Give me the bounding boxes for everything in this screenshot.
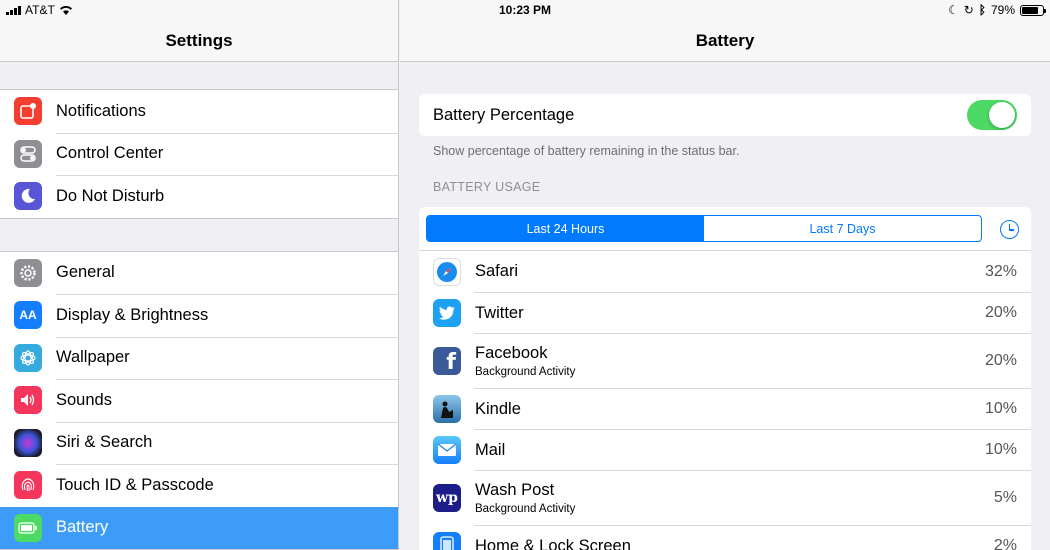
home-lock-icon — [433, 532, 461, 550]
status-time: 10:23 PM — [498, 3, 552, 17]
app-percentage: 5% — [993, 489, 1017, 506]
app-row-mail[interactable]: Mail 10% — [433, 429, 1031, 470]
status-bar: AT&T 10:23 PM ☾ ↻ ᛒ 79% — [0, 0, 1050, 20]
segment-last-7-days[interactable]: Last 7 Days — [704, 216, 981, 241]
settings-group-2: General AA Display & Brightness Wallpape… — [0, 250, 398, 550]
sidebar-title: Settings — [165, 31, 233, 50]
app-percentage: 32% — [984, 262, 1017, 280]
toggle-knob — [989, 102, 1015, 128]
moon-icon — [14, 182, 42, 211]
battery-percent: 79% — [990, 3, 1015, 17]
sidebar-item-general[interactable]: General — [0, 252, 398, 295]
battery-percentage-toggle[interactable] — [967, 100, 1017, 130]
app-row-facebook[interactable]: f Facebook Background Activity 20% — [433, 333, 1031, 388]
app-text: Facebook Background Activity — [475, 344, 575, 378]
app-percentage: 20% — [984, 352, 1017, 369]
sidebar-item-label: Wallpaper — [56, 348, 130, 367]
orientation-lock-icon: ↻ — [963, 3, 974, 17]
sidebar-item-label: Control Center — [56, 144, 164, 163]
app-percentage: 2% — [993, 537, 1017, 550]
battery-status-icon — [1020, 4, 1046, 16]
sidebar-item-label: Do Not Disturb — [56, 186, 165, 205]
sidebar-item-label: Sounds — [56, 390, 112, 409]
safari-icon — [433, 257, 461, 286]
sidebar-item-siri-search[interactable]: Siri & Search — [0, 421, 398, 465]
sidebar-item-display-brightness[interactable]: AA Display & Brightness — [0, 294, 398, 337]
app-row-wash-post[interactable]: wp Wash Post Background Activity 5% — [433, 470, 1031, 525]
sidebar-item-control-center[interactable]: Control Center — [0, 132, 398, 176]
app-text: Wash Post Background Activity — [475, 481, 575, 515]
clock-icon[interactable] — [1000, 220, 1019, 239]
app-text: Kindle — [475, 400, 521, 419]
app-text: Safari — [475, 262, 518, 281]
sidebar-item-wallpaper[interactable]: Wallpaper — [0, 336, 398, 380]
app-text: Home & Lock Screen — [475, 537, 631, 550]
app-usage-list: Safari 32% Twitter 20% f Facebook Backgr… — [419, 250, 1031, 550]
app-text: Twitter — [475, 304, 524, 323]
app-row-twitter[interactable]: Twitter 20% — [433, 292, 1031, 333]
mail-icon — [433, 436, 461, 464]
app-row-kindle[interactable]: Kindle 10% — [433, 388, 1031, 429]
battery-detail-pane: Battery Battery Percentage Show percenta… — [400, 0, 1050, 550]
segment-last-24-hours[interactable]: Last 24 Hours — [427, 216, 704, 241]
sidebar-item-label: Siri & Search — [56, 433, 153, 452]
display-icon: AA — [14, 301, 42, 330]
wash-post-icon: wp — [433, 484, 461, 512]
speaker-icon — [14, 386, 42, 415]
notifications-icon — [14, 97, 42, 126]
sidebar-item-touch-id[interactable]: Touch ID & Passcode — [0, 464, 398, 507]
facebook-icon: f — [433, 347, 461, 375]
app-percentage: 20% — [984, 304, 1017, 321]
sidebar-item-label: Display & Brightness — [56, 305, 209, 324]
battery-percentage-row: Battery Percentage — [419, 94, 1031, 136]
sidebar-item-label: General — [56, 263, 115, 282]
status-right: ☾ ↻ ᛒ 79% — [947, 3, 1046, 17]
app-name: Facebook — [475, 344, 548, 362]
fingerprint-icon — [14, 471, 42, 500]
sidebar-item-label: Notifications — [56, 101, 146, 120]
app-name: Mail — [475, 440, 506, 459]
app-name: Safari — [475, 262, 519, 280]
bluetooth-icon: ᛒ — [978, 3, 986, 17]
control-center-icon — [14, 139, 42, 168]
battery-percentage-footnote: Show percentage of battery remaining in … — [433, 144, 740, 158]
sidebar-item-label: Touch ID & Passcode — [56, 475, 214, 494]
kindle-icon — [433, 395, 461, 423]
detail-title: Battery — [695, 31, 755, 50]
battery-percentage-label: Battery Percentage — [433, 105, 575, 124]
settings-group-1: Notifications Control Center Do Not Dist… — [0, 89, 398, 219]
battery-usage-header: BATTERY USAGE — [433, 180, 541, 194]
moon-status-icon: ☾ — [947, 3, 959, 17]
sidebar-item-notifications[interactable]: Notifications — [0, 90, 398, 133]
settings-sidebar: Settings Notifications Control Center Do… — [0, 0, 399, 550]
gear-icon — [14, 258, 42, 287]
app-percentage: 10% — [984, 441, 1017, 458]
sidebar-item-do-not-disturb[interactable]: Do Not Disturb — [0, 175, 398, 218]
app-subtitle: Background Activity — [475, 366, 576, 378]
app-row-home-lock-screen[interactable]: Home & Lock Screen 2% — [433, 525, 1031, 550]
sidebar-item-battery[interactable]: Battery — [0, 506, 398, 549]
sidebar-item-sounds[interactable]: Sounds — [0, 379, 398, 422]
app-subtitle: Background Activity — [475, 503, 576, 515]
sidebar-item-label: Battery — [56, 518, 109, 537]
app-name: Twitter — [475, 303, 524, 322]
wallpaper-icon — [14, 343, 42, 372]
usage-period-segmented-control: Last 24 Hours Last 7 Days — [426, 215, 982, 242]
twitter-icon — [433, 299, 461, 327]
app-name: Home & Lock Screen — [475, 536, 631, 550]
app-name: Wash Post — [475, 481, 555, 499]
app-name: Kindle — [475, 399, 521, 418]
siri-icon — [14, 428, 42, 457]
battery-icon — [14, 513, 42, 542]
app-text: Mail — [475, 441, 505, 460]
battery-usage-card: Last 24 Hours Last 7 Days Safari 32% Twi… — [419, 207, 1031, 550]
app-percentage: 10% — [984, 400, 1017, 417]
app-row-safari[interactable]: Safari 32% — [419, 251, 1031, 292]
